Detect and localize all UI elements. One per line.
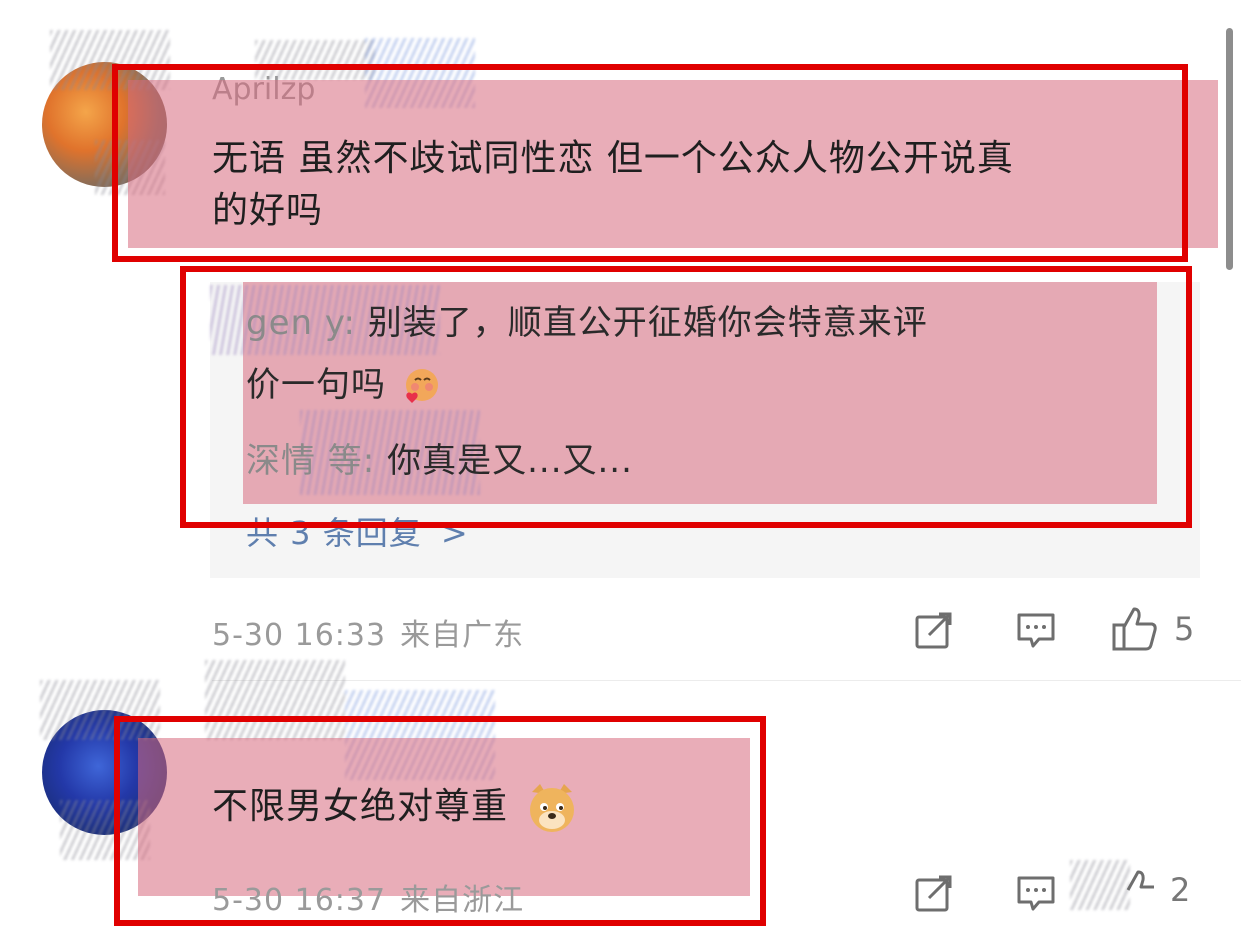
comment-button[interactable] — [1012, 606, 1060, 654]
thumbs-up-icon — [1126, 870, 1154, 891]
highlight-frame — [112, 64, 1188, 262]
comment-icon — [1017, 876, 1055, 910]
share-icon — [915, 612, 952, 649]
repost-button[interactable] — [910, 870, 958, 915]
comment-divider — [212, 680, 1241, 681]
like-button[interactable]: 2 — [1122, 866, 1212, 914]
comment-icon — [1017, 613, 1055, 648]
repost-button[interactable] — [910, 606, 958, 654]
highlight-frame — [180, 266, 1192, 528]
comment-meta: 5-30 16:33 来自广东 — [212, 610, 524, 654]
like-button[interactable]: 5 — [1110, 602, 1206, 656]
comment-location: 来自广东 — [400, 618, 525, 653]
share-icon — [915, 875, 952, 911]
like-count: 2 — [1170, 871, 1191, 909]
comment-date: 5-30 16:33 — [212, 618, 387, 653]
icon-scribble — [1070, 860, 1130, 910]
highlight-frame — [114, 716, 766, 926]
scrollbar[interactable] — [1226, 28, 1233, 270]
comment-button[interactable] — [1012, 870, 1060, 915]
like-count: 5 — [1174, 610, 1195, 648]
thumbs-up-icon — [1112, 607, 1157, 651]
